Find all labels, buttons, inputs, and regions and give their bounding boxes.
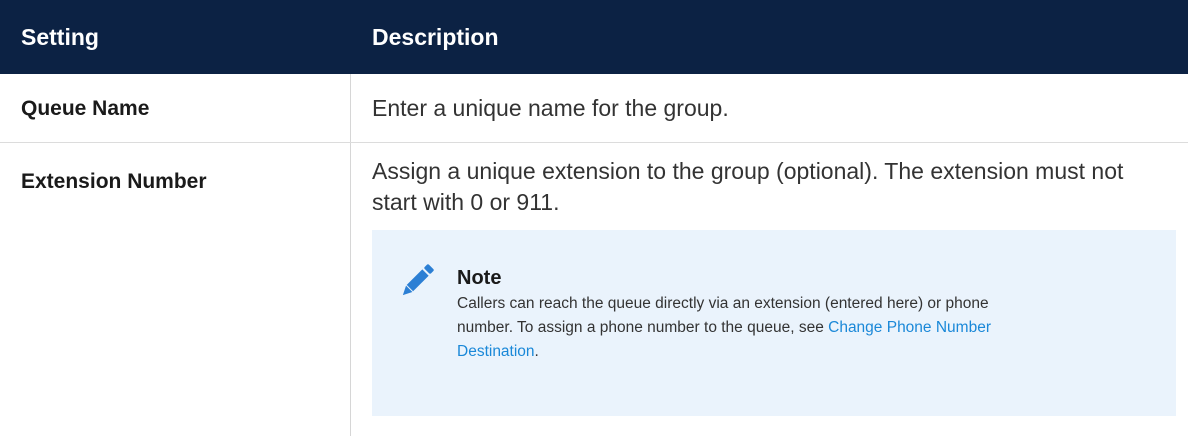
note-title: Note — [457, 267, 502, 289]
description-cell-extension: Assign a unique extension to the group (… — [350, 143, 1188, 436]
description-queue-name: Enter a unique name for the group. — [350, 74, 1188, 142]
settings-table: Setting Description Queue Name Enter a u… — [0, 0, 1188, 436]
note-text-end: . — [534, 343, 539, 360]
table-row: Extension Number Assign a unique extensi… — [0, 143, 1188, 436]
table-header: Setting Description — [0, 0, 1188, 74]
note-body: Callers can reach the queue directly via… — [457, 292, 1017, 364]
setting-extension-number: Extension Number — [21, 170, 207, 193]
setting-queue-name: Queue Name — [21, 97, 150, 120]
header-setting: Setting — [21, 24, 99, 50]
table-row: Queue Name Enter a unique name for the g… — [0, 74, 1188, 143]
note-callout: Note Callers can reach the queue directl… — [372, 230, 1176, 416]
header-description: Description — [372, 24, 499, 50]
pencil-icon — [402, 264, 434, 296]
description-extension-number: Assign a unique extension to the group (… — [372, 158, 1124, 215]
